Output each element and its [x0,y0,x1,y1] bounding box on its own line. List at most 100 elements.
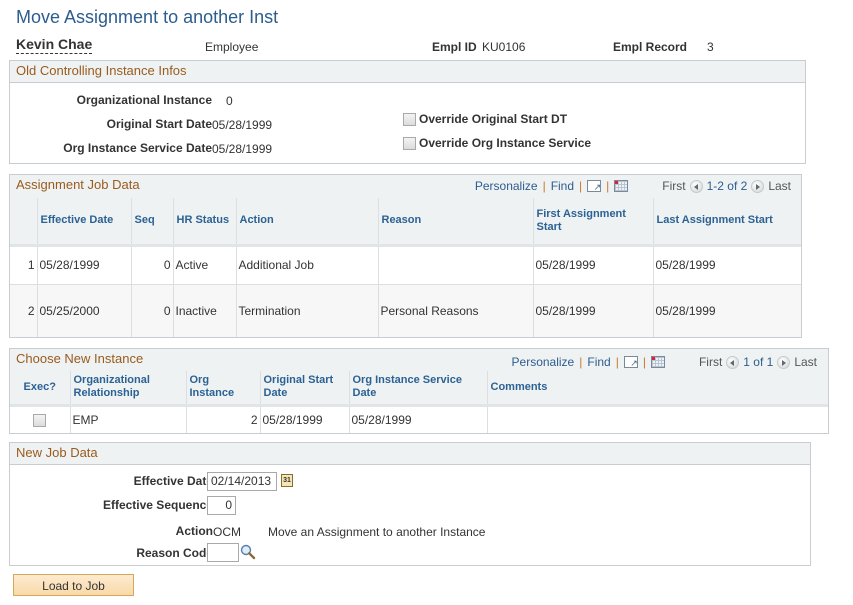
row-number: 2 [10,284,37,337]
empl-id-value: KU0106 [482,40,526,54]
assignment-job-table: Effective Date Seq HR Status Action Reas… [10,198,801,337]
column-header-first-start[interactable]: First Assignment Start [532,198,653,247]
personalize-link[interactable]: Personalize [512,352,575,372]
new-job-section: New Job Data Effective Date 02/14/2013 3… [9,442,811,566]
column-header-seq[interactable]: Seq [130,198,173,247]
new-instance-grid-nav: Personalize | Find | | First 1 of 1 Last [512,351,817,373]
row-range: 1-2 of 2 [706,179,748,193]
column-header-last-start[interactable]: Last Assignment Start [652,198,801,247]
effective-date-cell: 05/28/1999 [36,245,131,285]
column-header-effective-date[interactable]: Effective Date [36,198,131,247]
next-icon[interactable] [777,355,791,369]
exec-checkbox[interactable] [33,413,47,427]
download-grid-icon[interactable] [650,356,665,368]
empl-id-label: Empl ID [432,40,477,54]
old-instance-section: Old Controlling Instance Infos Organizat… [9,60,806,164]
download-grid-icon[interactable] [614,180,629,192]
action-cell: Termination [235,284,378,337]
effective-seq-label: Effective Sequence [102,498,213,512]
next-icon[interactable] [751,179,765,193]
last-start-cell: 05/28/1999 [652,245,801,285]
column-header-org-instance[interactable]: Org Instance [185,371,260,407]
seq-cell: 0 [130,284,173,337]
original-start-value: 05/28/1999 [212,118,273,132]
separator: | [615,355,619,369]
calendar-icon[interactable]: 31 [281,474,293,487]
org-instance-cell: 2 [185,405,260,433]
effective-date-label: Effective Date [133,474,213,488]
employee-name[interactable]: Kevin Chae [16,37,93,54]
row-number: 1 [10,245,37,285]
org-instance-value: 0 [226,94,233,108]
load-to-job-button[interactable]: Load to Job [13,574,134,596]
previous-icon[interactable] [689,179,703,193]
table-row: 1 05/28/1999 0 Active Additional Job 05/… [10,245,801,285]
assignment-grid-nav: Personalize | Find | | First 1-2 of 2 La… [475,175,791,197]
empl-record-value: 3 [707,40,714,54]
reason-code-input[interactable] [207,543,239,562]
column-header-reason[interactable]: Reason [377,198,533,247]
hr-status-cell: Inactive [172,284,236,337]
column-header-exec[interactable]: Exec? [10,371,70,407]
override-start-row: Override Original Start DT [403,112,567,126]
service-date-label: Org Instance Service Date [63,141,212,155]
column-header-service-date[interactable]: Org Instance Service Date [348,371,487,407]
action-label: Action [175,524,213,538]
row-range: 1 of 1 [743,355,774,369]
view-all-icon[interactable] [587,177,602,197]
service-date-value: 05/28/1999 [212,142,273,156]
new-instance-table: Exec? Organizational Relationship Org In… [10,371,828,433]
previous-icon[interactable] [726,355,740,369]
action-code: OCM [213,525,241,539]
separator: | [579,355,583,369]
table-header-row: Exec? Organizational Relationship Org In… [10,371,828,407]
reason-cell: Personal Reasons [377,284,533,337]
old-instance-title: Old Controlling Instance Infos [10,61,805,83]
org-relationship-cell: EMP [69,405,186,433]
reason-cell [377,245,533,285]
effective-date-cell: 05/25/2000 [36,284,131,337]
original-start-label: Original Start Date [106,117,212,131]
column-header-org-relationship[interactable]: Organizational Relationship [69,371,186,407]
assignment-job-title: Assignment Job Data [16,177,140,192]
override-service-label: Override Org Instance Service [419,136,592,150]
first-start-cell: 05/28/1999 [532,245,653,285]
action-cell: Additional Job [235,245,378,285]
column-header-hr-status[interactable]: HR Status [172,198,236,247]
separator: | [642,355,646,369]
table-header-row: Effective Date Seq HR Status Action Reas… [10,198,801,247]
employee-type: Employee [205,40,259,54]
find-link[interactable]: Find [587,352,610,372]
action-description: Move an Assignment to another Instance [268,525,486,539]
effective-date-input[interactable]: 02/14/2013 [207,472,277,491]
comments-cell [486,405,828,433]
column-header-original-start[interactable]: Original Start Date [259,371,349,407]
column-header-rownum [10,198,37,247]
column-header-action[interactable]: Action [235,198,378,247]
empl-record-label: Empl Record [613,40,688,54]
first-label[interactable]: First [662,176,685,196]
override-service-row: Override Org Instance Service [403,136,591,150]
last-start-cell: 05/28/1999 [652,284,801,337]
personalize-link[interactable]: Personalize [475,176,538,196]
view-all-icon[interactable] [623,353,638,373]
seq-cell: 0 [130,245,173,285]
hr-status-cell: Active [172,245,236,285]
last-label[interactable]: Last [768,176,791,196]
separator: | [542,179,546,193]
exec-cell [10,405,70,433]
column-header-comments[interactable]: Comments [486,371,828,407]
first-start-cell: 05/28/1999 [532,284,653,337]
separator: | [579,179,583,193]
find-link[interactable]: Find [551,176,574,196]
first-label[interactable]: First [699,352,722,372]
lookup-search-icon[interactable] [240,544,256,560]
original-start-cell: 05/28/1999 [259,405,349,433]
override-start-checkbox[interactable] [403,112,416,126]
effective-seq-input[interactable]: 0 [207,496,236,515]
new-instance-header: Choose New Instance Personalize | Find |… [10,349,828,373]
last-label[interactable]: Last [794,352,817,372]
org-instance-label: Organizational Instance [76,93,212,107]
override-service-checkbox[interactable] [403,136,416,150]
table-row: 2 05/25/2000 0 Inactive Termination Pers… [10,284,801,337]
